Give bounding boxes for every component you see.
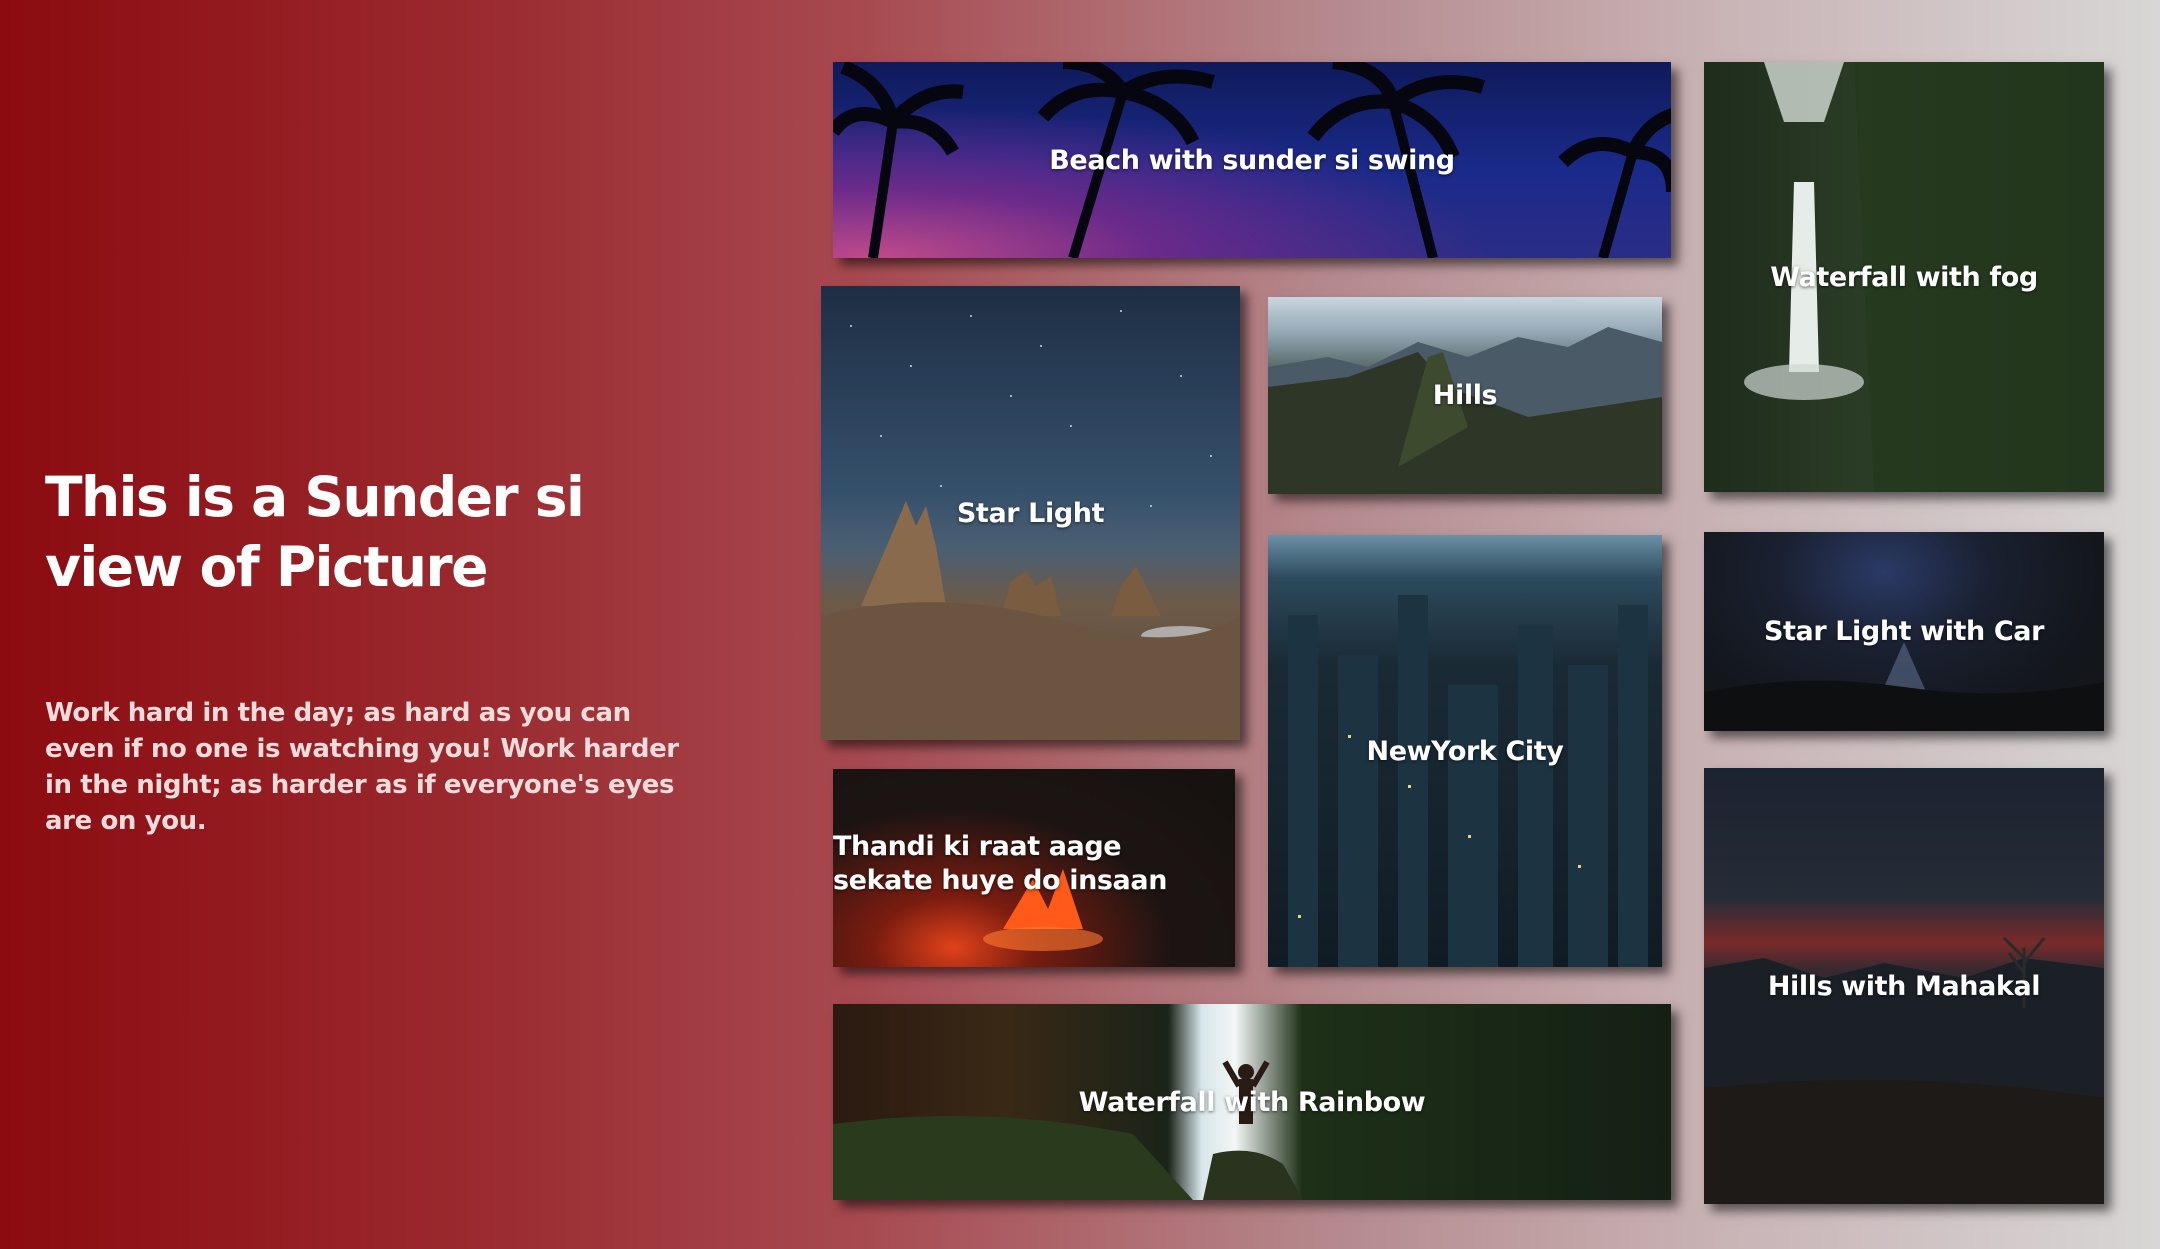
gallery-tile-beach[interactable]: Beach with sunder si swing	[833, 62, 1671, 258]
motivational-quote: Work hard in the day; as hard as you can…	[45, 698, 679, 836]
tile-caption: Waterfall with Rainbow	[1078, 1086, 1426, 1118]
gallery-tile-hills-mahakal[interactable]: Hills with Mahakal	[1704, 768, 2104, 1204]
tile-caption: Star Light	[956, 497, 1105, 529]
tile-caption: Star Light with Car	[1763, 616, 2045, 647]
gallery-tile-waterfall-rainbow[interactable]: Waterfall with Rainbow	[833, 1004, 1671, 1200]
gallery-tile-star-light[interactable]: Star Light	[821, 286, 1240, 740]
gallery-tile-waterfall-fog[interactable]: Waterfall with fog	[1704, 62, 2104, 492]
intro-section: This is a Sunder si view of Picture	[45, 462, 705, 602]
tile-caption: NewYork City	[1366, 735, 1564, 767]
gallery-tile-star-light-car[interactable]: Star Light with Car	[1704, 532, 2104, 731]
gallery-tile-campfire[interactable]: Thandi ki raat aage sekate huye do insaa…	[833, 769, 1235, 967]
tile-caption: Hills with Mahakal	[1767, 970, 2041, 1002]
tile-caption: Thandi ki raat aage sekate huye do insaa…	[833, 831, 1168, 896]
tile-caption: Hills	[1432, 380, 1498, 411]
gallery-tile-newyork-city[interactable]: NewYork City	[1268, 535, 1662, 967]
tile-caption: Waterfall with fog	[1770, 261, 2038, 293]
gallery-tile-hills[interactable]: Hills	[1268, 297, 1662, 494]
tile-caption: Beach with sunder si swing	[1049, 144, 1455, 176]
page-title: This is a Sunder si view of Picture	[45, 465, 585, 599]
